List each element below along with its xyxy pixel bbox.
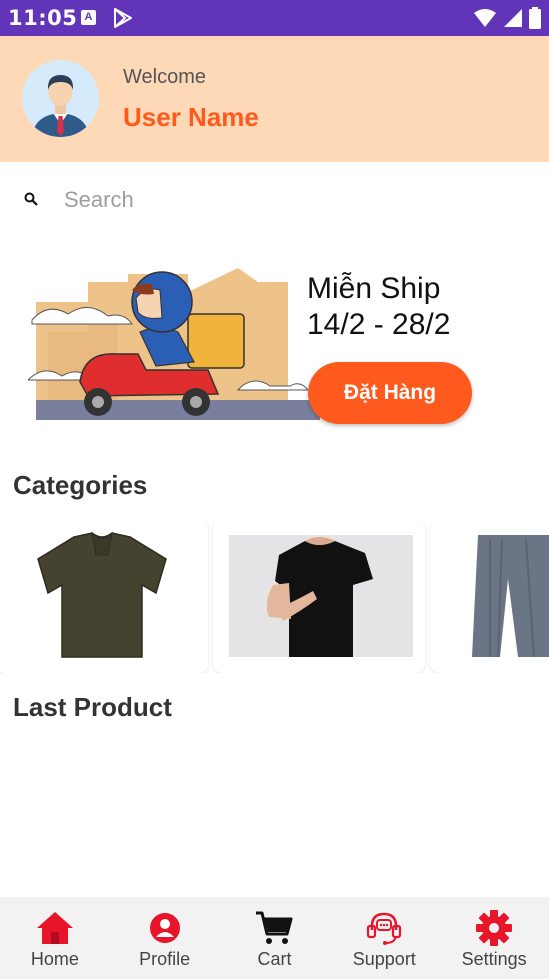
banner-title: Miễn Ship: [307, 272, 441, 305]
order-button[interactable]: Đặt Hàng: [308, 362, 472, 424]
polo-shirt-image: [0, 519, 208, 673]
nav-support-label: Support: [352, 949, 416, 969]
welcome-text: Welcome: [123, 66, 206, 88]
support-icon: [367, 912, 402, 945]
user-name: User Name: [123, 102, 259, 132]
search-bar: [0, 176, 549, 224]
black-tshirt-image: [213, 519, 425, 673]
search-input[interactable]: [64, 184, 524, 216]
categories-title: Categories: [13, 470, 148, 500]
cart-icon: [256, 911, 293, 944]
home-icon: [36, 912, 73, 944]
battery-icon: [529, 7, 541, 29]
status-time: 11:05: [8, 6, 78, 30]
nav-cart[interactable]: Cart: [220, 897, 330, 979]
nav-support[interactable]: Support: [329, 897, 439, 979]
settings-icon: [476, 910, 513, 946]
status-icons: [473, 7, 541, 29]
category-card[interactable]: [213, 519, 425, 673]
banner-date-range: 14/2 - 28/2: [307, 308, 451, 341]
profile-icon: [149, 913, 180, 943]
trousers-image: [430, 519, 549, 673]
welcome-header: Welcome User Name: [0, 36, 549, 162]
nav-profile-label: Profile: [139, 949, 191, 969]
bottom-navigation: Home Profile Cart Support Settings: [0, 897, 549, 979]
nav-profile[interactable]: Profile: [110, 897, 220, 979]
nav-home-label: Home: [30, 949, 79, 969]
nav-home[interactable]: Home: [0, 897, 110, 979]
last-product-title: Last Product: [13, 692, 172, 722]
play-store-icon: [114, 8, 132, 28]
signal-icon: [504, 9, 522, 27]
avatar[interactable]: [22, 60, 99, 137]
categories-list: [0, 519, 549, 673]
nav-settings-label: Settings: [461, 949, 527, 969]
nav-cart-label: Cart: [257, 949, 292, 969]
status-bar: 11:05 A: [0, 0, 549, 36]
search-icon: [24, 192, 38, 206]
notification-a-icon: A: [81, 10, 96, 25]
user-avatar-icon: [22, 60, 99, 137]
wifi-icon: [474, 9, 496, 27]
category-card[interactable]: [0, 519, 208, 673]
category-card[interactable]: [430, 519, 549, 673]
nav-settings[interactable]: Settings: [439, 897, 549, 979]
delivery-banner-image: [28, 262, 322, 420]
